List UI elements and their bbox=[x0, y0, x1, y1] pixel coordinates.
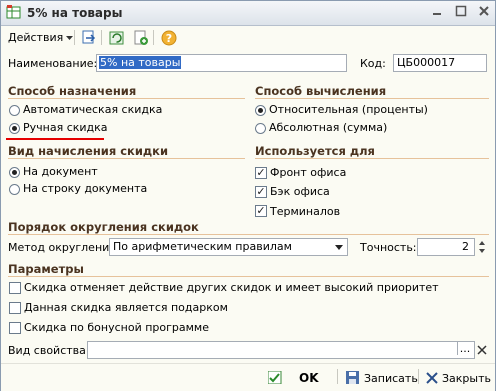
accrual-type-heading: Вид начисления скидки bbox=[8, 144, 169, 158]
spin-arrows-icon bbox=[479, 241, 485, 253]
radio-on-document-label: На документ bbox=[23, 165, 98, 178]
section-divider bbox=[255, 98, 489, 99]
red-underline-annotation bbox=[6, 138, 104, 140]
help-button[interactable]: ? bbox=[159, 28, 179, 48]
radio-on-document-line[interactable] bbox=[9, 184, 20, 195]
radio-automatic-discount[interactable] bbox=[9, 105, 20, 116]
name-label: Наименование: bbox=[8, 57, 98, 70]
rounding-heading: Порядок округления скидок bbox=[8, 220, 199, 234]
ok-label: OK bbox=[299, 371, 319, 385]
checkbox-back-office[interactable]: ✓ bbox=[255, 186, 267, 198]
parameters-heading: Параметры bbox=[8, 262, 84, 276]
toolbar-separator bbox=[74, 30, 75, 45]
checkbox-terminals-label: Терминалов bbox=[270, 205, 341, 218]
radio-absolute-sum-label: Абсолютная (сумма) bbox=[269, 121, 388, 134]
precision-value: 2 bbox=[462, 240, 469, 253]
name-field[interactable]: 5% на товары bbox=[96, 54, 347, 72]
property-type-label: Вид свойства: bbox=[8, 344, 90, 357]
close-window-button[interactable] bbox=[476, 5, 492, 20]
radio-absolute-sum[interactable] bbox=[255, 123, 266, 134]
clear-icon bbox=[477, 345, 487, 355]
precision-stepper[interactable] bbox=[476, 238, 488, 256]
close-label: Закрыть bbox=[442, 372, 491, 385]
close-button[interactable]: Закрыть bbox=[424, 368, 491, 387]
checkbox-front-office-label: Фронт офиса bbox=[270, 166, 347, 179]
footer-separator bbox=[418, 369, 419, 384]
ok-button[interactable]: OK bbox=[266, 368, 326, 387]
save-disk-icon bbox=[346, 371, 359, 384]
code-field[interactable]: ЦБ000017 bbox=[393, 54, 487, 72]
document-table-icon bbox=[6, 5, 21, 19]
assign-method-heading: Способ назначения bbox=[8, 84, 137, 98]
add-document-button[interactable] bbox=[131, 28, 151, 48]
checkbox-cancels-other-discounts[interactable] bbox=[9, 282, 21, 294]
precision-label: Точность: bbox=[360, 241, 417, 254]
section-divider bbox=[8, 158, 245, 159]
close-icon bbox=[479, 6, 489, 16]
dialog-window: 5% на товары Действия ? Наименование: 5%… bbox=[0, 0, 496, 391]
rounding-method-select[interactable]: По арифметическим правилам bbox=[109, 238, 348, 256]
radio-manual-discount-label: Ручная скидка bbox=[23, 121, 108, 134]
actions-menu-button[interactable]: Действия bbox=[6, 28, 73, 46]
actions-label: Действия bbox=[8, 31, 64, 44]
checkbox-terminals[interactable]: ✓ bbox=[255, 205, 267, 217]
section-divider bbox=[8, 276, 489, 277]
rounding-method-label: Метод округления: bbox=[8, 241, 120, 254]
checkbox-is-gift-label: Данная скидка является подарком bbox=[24, 301, 228, 314]
radio-on-document-line-label: На строку документа bbox=[23, 182, 148, 195]
save-label: Записать bbox=[364, 372, 418, 385]
code-field-value: ЦБ000017 bbox=[397, 56, 456, 69]
property-type-field[interactable]: ... bbox=[87, 341, 475, 359]
add-document-icon bbox=[134, 30, 148, 45]
section-divider bbox=[8, 234, 489, 235]
dropdown-arrow-icon bbox=[335, 245, 343, 250]
checkbox-is-gift[interactable] bbox=[9, 302, 21, 314]
checkbox-bonus-program[interactable] bbox=[9, 322, 21, 334]
minimize-button[interactable] bbox=[429, 5, 445, 20]
svg-text:?: ? bbox=[166, 32, 172, 45]
save-button[interactable]: Записать bbox=[344, 368, 418, 387]
maximize-button[interactable] bbox=[453, 5, 469, 20]
code-label: Код: bbox=[360, 57, 386, 70]
section-divider bbox=[255, 158, 489, 159]
name-field-value: 5% на товары bbox=[99, 56, 182, 69]
maximize-icon bbox=[455, 5, 467, 17]
calc-method-heading: Способ вычисления bbox=[255, 84, 387, 98]
refresh-icon bbox=[109, 31, 124, 45]
section-divider bbox=[8, 98, 245, 99]
dropdown-arrow-icon bbox=[66, 36, 73, 40]
window-title: 5% на товары bbox=[27, 6, 123, 20]
checkbox-cancels-other-discounts-label: Скидка отменяет действие других скидок и… bbox=[24, 281, 439, 294]
minimize-icon bbox=[433, 13, 441, 15]
toolbar: Действия ? bbox=[1, 26, 495, 48]
checkmark-icon bbox=[268, 371, 282, 384]
footer-bar: OK Записать Закрыть bbox=[1, 363, 495, 391]
used-for-heading: Используется для bbox=[255, 144, 375, 158]
radio-manual-discount[interactable] bbox=[9, 123, 20, 134]
clear-field-button[interactable] bbox=[476, 341, 488, 359]
help-icon: ? bbox=[161, 30, 177, 46]
toolbar-separator bbox=[153, 30, 154, 45]
select-ellipsis-button[interactable]: ... bbox=[457, 342, 472, 355]
refresh-button[interactable] bbox=[107, 28, 127, 48]
checkbox-back-office-label: Бэк офиса bbox=[270, 185, 330, 198]
copy-button[interactable] bbox=[79, 28, 99, 48]
toolbar-separator bbox=[101, 30, 102, 45]
title-bar: 5% на товары bbox=[1, 1, 495, 26]
copy-icon bbox=[82, 30, 96, 44]
footer-separator bbox=[337, 369, 338, 384]
radio-automatic-discount-label: Автоматическая скидка bbox=[23, 103, 163, 116]
radio-on-document[interactable] bbox=[9, 167, 20, 178]
checkbox-front-office[interactable]: ✓ bbox=[255, 167, 267, 179]
close-x-icon bbox=[426, 372, 438, 384]
checkbox-bonus-program-label: Скидка по бонусной программе bbox=[24, 321, 209, 334]
radio-relative-percent-label: Относительная (проценты) bbox=[269, 103, 428, 116]
precision-field[interactable]: 2 bbox=[417, 238, 475, 256]
rounding-method-value: По арифметическим правилам bbox=[113, 240, 292, 253]
radio-relative-percent[interactable] bbox=[255, 105, 266, 116]
